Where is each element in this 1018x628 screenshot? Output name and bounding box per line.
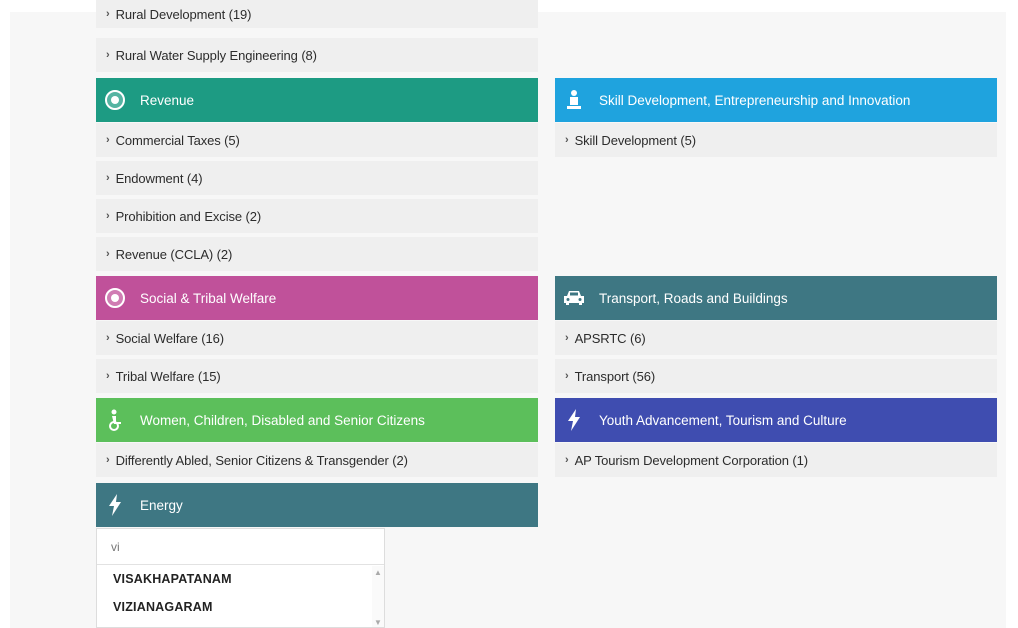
- list-item-ap-tourism[interactable]: › AP Tourism Development Corporation (1): [555, 443, 997, 477]
- chevron-right-icon: ›: [565, 370, 569, 382]
- list-item-skill-development[interactable]: › Skill Development (5): [555, 123, 997, 157]
- list-item-endowment[interactable]: › Endowment (4): [96, 161, 538, 195]
- chevron-right-icon: ›: [106, 49, 110, 61]
- chevron-right-icon: ›: [565, 134, 569, 146]
- section-header-revenue[interactable]: Revenue: [96, 78, 538, 122]
- dropdown-option-visakhapatanam[interactable]: VISAKHAPATANAM: [97, 565, 384, 593]
- chevron-right-icon: ›: [565, 454, 569, 466]
- district-search-input[interactable]: vi: [97, 529, 384, 565]
- chevron-right-icon: ›: [106, 370, 110, 382]
- list-item-commercial-taxes[interactable]: › Commercial Taxes (5): [96, 123, 538, 157]
- chevron-right-icon: ›: [106, 134, 110, 146]
- dropdown-scrollbar[interactable]: ▲ ▼: [372, 566, 384, 627]
- section-header-skill-development[interactable]: Skill Development, Entrepreneurship and …: [555, 78, 997, 122]
- list-item-rural-water-supply[interactable]: › Rural Water Supply Engineering (8): [96, 38, 538, 72]
- car-icon: [563, 287, 585, 309]
- lightning-icon: [104, 494, 126, 516]
- presenter-icon: [563, 89, 585, 111]
- list-item-rural-development[interactable]: › Rural Development (19): [96, 0, 538, 28]
- wheelchair-icon: [104, 409, 126, 431]
- list-item-transport[interactable]: › Transport (56): [555, 359, 997, 393]
- section-header-youth-advancement[interactable]: Youth Advancement, Tourism and Culture: [555, 398, 997, 442]
- chevron-right-icon: ›: [565, 332, 569, 344]
- page-canvas: › Rural Development (19) › Rural Water S…: [10, 0, 1006, 628]
- list-item-apsrtc[interactable]: › APSRTC (6): [555, 321, 997, 355]
- list-item-differently-abled[interactable]: › Differently Abled, Senior Citizens & T…: [96, 443, 538, 477]
- section-header-transport[interactable]: Transport, Roads and Buildings: [555, 276, 997, 320]
- people-badge-icon: [104, 287, 126, 309]
- dropdown-option-vizianagaram[interactable]: VIZIANAGARAM: [97, 593, 384, 621]
- chevron-right-icon: ›: [106, 332, 110, 344]
- chevron-right-icon: ›: [106, 248, 110, 260]
- chevron-right-icon: ›: [106, 172, 110, 184]
- chevron-right-icon: ›: [106, 454, 110, 466]
- section-header-women-children[interactable]: Women, Children, Disabled and Senior Cit…: [96, 398, 538, 442]
- section-header-social-tribal-welfare[interactable]: Social & Tribal Welfare: [96, 276, 538, 320]
- list-item-prohibition-excise[interactable]: › Prohibition and Excise (2): [96, 199, 538, 233]
- scroll-up-icon[interactable]: ▲: [374, 568, 382, 577]
- section-header-energy[interactable]: Energy: [96, 483, 538, 527]
- lightning-icon: [563, 409, 585, 431]
- chevron-right-icon: ›: [106, 8, 110, 20]
- clock-badge-icon: [104, 89, 126, 111]
- district-autocomplete: vi VISAKHAPATANAM VIZIANAGARAM ▲ ▼: [96, 528, 385, 628]
- chevron-right-icon: ›: [106, 210, 110, 222]
- scroll-down-icon[interactable]: ▼: [374, 618, 382, 627]
- list-item-revenue-ccla[interactable]: › Revenue (CCLA) (2): [96, 237, 538, 271]
- list-item-social-welfare[interactable]: › Social Welfare (16): [96, 321, 538, 355]
- list-item-tribal-welfare[interactable]: › Tribal Welfare (15): [96, 359, 538, 393]
